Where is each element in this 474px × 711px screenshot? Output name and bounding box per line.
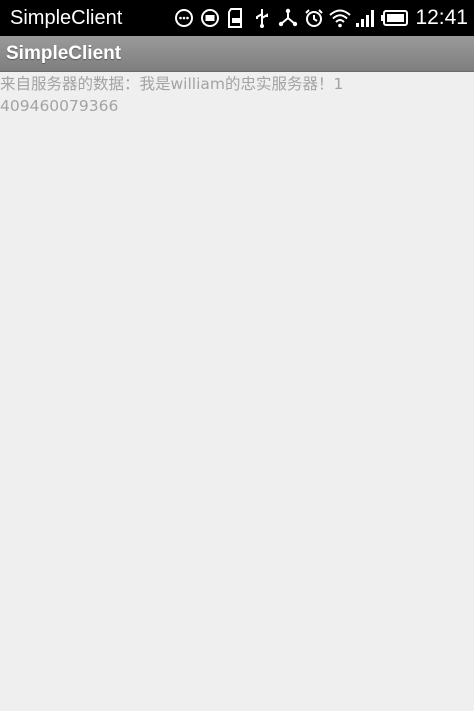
status-bar-icons [173,7,409,29]
action-bar-title: SimpleClient [6,42,122,64]
share-icon [277,7,299,29]
action-bar: SimpleClient [0,36,474,72]
status-bar-clock: 12:41 [415,6,468,29]
signal-icon [355,7,377,29]
server-response-text: 来自服务器的数据：我是william的忠实服务器！1409460079366 [0,75,344,115]
wifi-icon [329,7,352,29]
sd-card-icon [225,7,247,29]
usb-icon [251,7,273,29]
message-icon [199,7,221,29]
chat-icon [173,7,195,29]
alarm-icon [303,7,325,29]
status-bar: SimpleClient 12:41 [0,0,474,36]
battery-icon [381,7,409,29]
status-bar-app-name: SimpleClient [10,6,123,29]
